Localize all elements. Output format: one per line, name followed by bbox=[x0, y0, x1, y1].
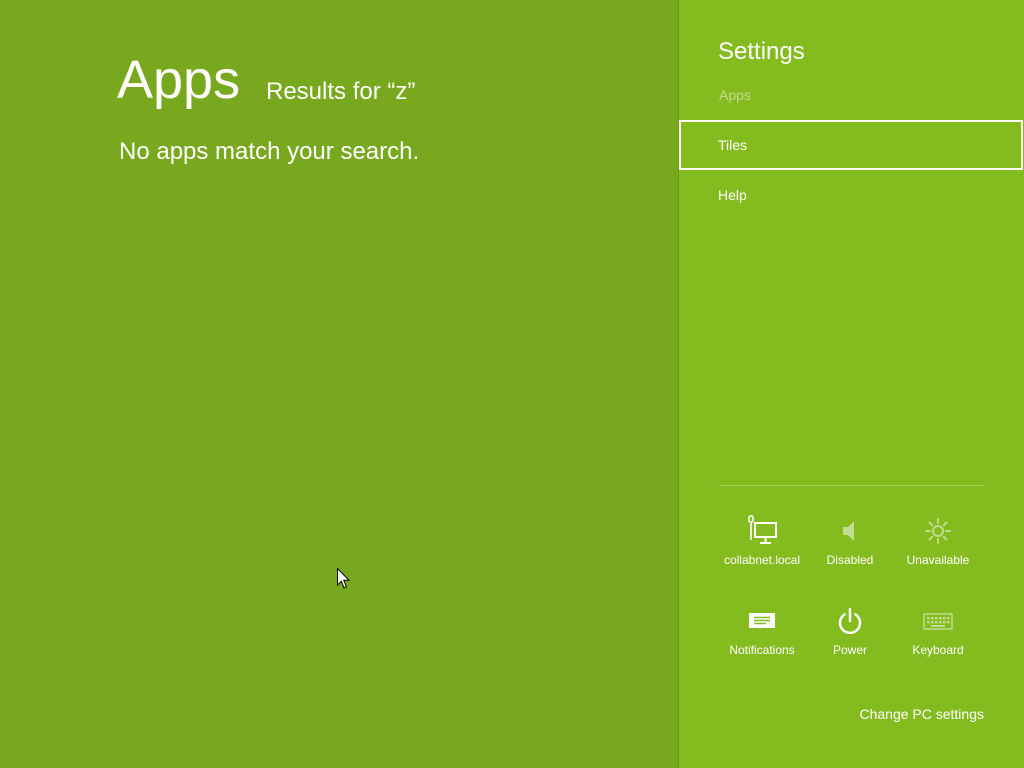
no-results-message: No apps match your search. bbox=[119, 138, 420, 165]
results-for-query: Results for “z” bbox=[266, 78, 416, 105]
quick-setting-brightness[interactable]: Unavailable bbox=[894, 510, 982, 600]
quick-setting-notifications[interactable]: Notifications bbox=[718, 600, 806, 690]
change-pc-settings-link[interactable]: Change PC settings bbox=[859, 707, 984, 721]
settings-pane: Settings Apps Tiles Help collabnet.local bbox=[678, 0, 1024, 768]
quick-setting-label: Unavailable bbox=[906, 553, 970, 567]
page-title: Apps bbox=[117, 50, 241, 110]
settings-app-subtitle: Apps bbox=[719, 87, 751, 103]
command-label: Help bbox=[718, 187, 747, 203]
volume-icon bbox=[834, 515, 866, 547]
settings-title: Settings bbox=[718, 38, 805, 65]
settings-commands: Tiles Help bbox=[679, 120, 1023, 220]
settings-command-help[interactable]: Help bbox=[679, 170, 1023, 220]
quick-settings-divider bbox=[719, 485, 984, 486]
power-icon bbox=[834, 605, 866, 637]
quick-setting-label: Notifications bbox=[729, 643, 795, 657]
mouse-cursor-icon bbox=[337, 568, 350, 589]
quick-setting-keyboard[interactable]: Keyboard bbox=[894, 600, 982, 690]
quick-setting-label: Disabled bbox=[826, 553, 874, 567]
quick-settings: collabnet.local Disabled Unavailable Not… bbox=[718, 510, 982, 690]
quick-setting-power[interactable]: Power bbox=[806, 600, 894, 690]
settings-command-tiles[interactable]: Tiles bbox=[679, 120, 1023, 170]
quick-setting-label: collabnet.local bbox=[723, 553, 801, 567]
quick-setting-network[interactable]: collabnet.local bbox=[718, 510, 806, 600]
quick-setting-label: Power bbox=[832, 643, 867, 657]
network-icon bbox=[746, 515, 778, 547]
quick-setting-volume[interactable]: Disabled bbox=[806, 510, 894, 600]
command-label: Tiles bbox=[718, 137, 748, 153]
quick-setting-label: Keyboard bbox=[912, 643, 964, 657]
notifications-icon bbox=[746, 605, 778, 637]
keyboard-icon bbox=[922, 605, 954, 637]
brightness-icon bbox=[922, 515, 954, 547]
